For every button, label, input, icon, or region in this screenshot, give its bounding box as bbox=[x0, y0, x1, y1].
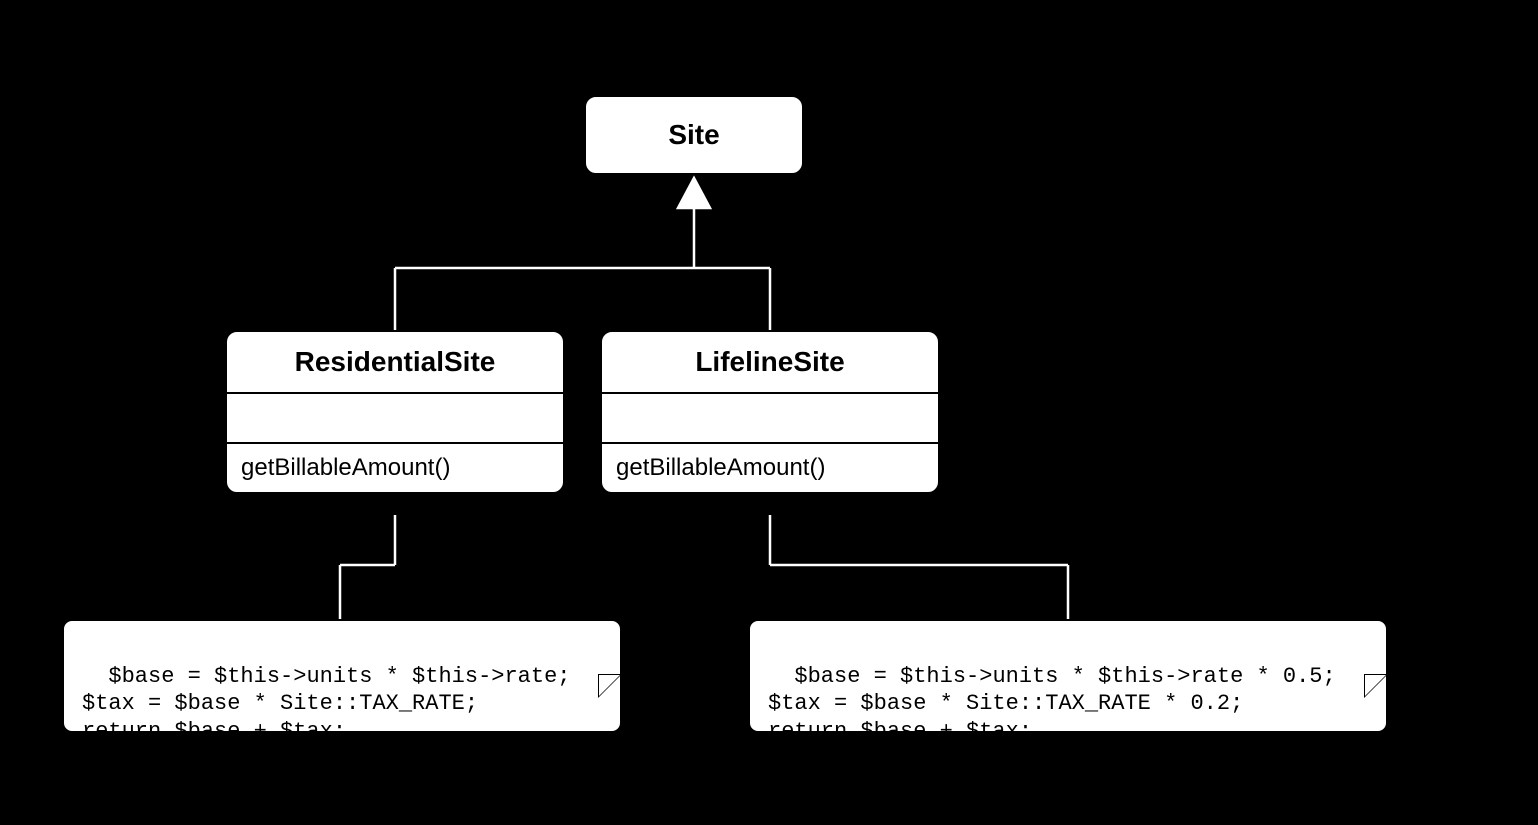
uml-class-residential-title: ResidentialSite bbox=[227, 332, 563, 392]
uml-class-site-title: Site bbox=[586, 97, 802, 165]
uml-note-lifeline-code-text: $base = $this->units * $this->rate * 0.5… bbox=[768, 664, 1336, 744]
note-fold-icon bbox=[1364, 619, 1388, 643]
uml-class-lifeline-title: LifelineSite bbox=[602, 332, 938, 392]
uml-class-residential: ResidentialSite getBillableAmount() bbox=[225, 330, 565, 494]
uml-note-residential-code-text: $base = $this->units * $this->rate; $tax… bbox=[82, 664, 570, 744]
uml-note-lifeline-code: $base = $this->units * $this->rate * 0.5… bbox=[748, 619, 1388, 733]
uml-class-site: Site bbox=[584, 95, 804, 175]
uml-class-lifeline: LifelineSite getBillableAmount() bbox=[600, 330, 940, 494]
uml-class-residential-method: getBillableAmount() bbox=[227, 442, 563, 492]
uml-note-residential-code: $base = $this->units * $this->rate; $tax… bbox=[62, 619, 622, 733]
uml-class-lifeline-attrs bbox=[602, 392, 938, 442]
note-fold-icon bbox=[598, 619, 622, 643]
uml-class-residential-attrs bbox=[227, 392, 563, 442]
uml-class-lifeline-method: getBillableAmount() bbox=[602, 442, 938, 492]
